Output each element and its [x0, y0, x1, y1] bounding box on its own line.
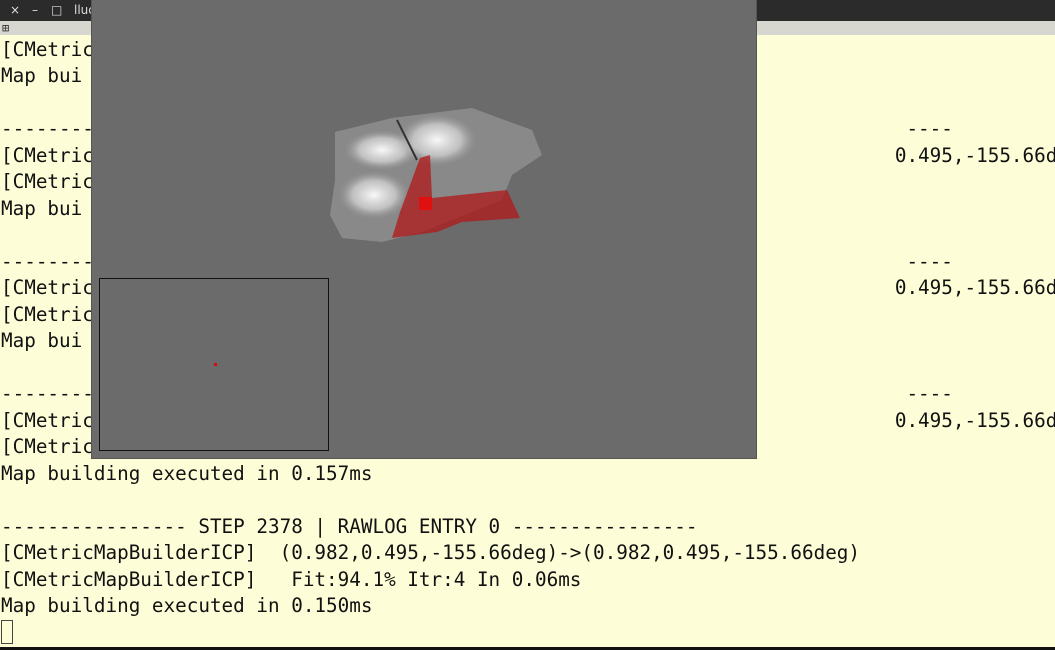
terminal-line: ---------------- STEP 2378 | RAWLOG ENTR…	[1, 515, 698, 538]
minimap-robot-marker	[214, 363, 217, 366]
minimap-panel[interactable]	[99, 278, 329, 451]
terminal-line: [CMetric	[1, 38, 94, 61]
terminal-line: [CMetric	[1, 303, 94, 326]
terminal-cursor	[1, 620, 13, 644]
maximize-icon[interactable]: □	[51, 2, 62, 18]
menu-grid-icon[interactable]: ⊞	[2, 21, 9, 35]
terminal-line: [CMetric	[1, 435, 94, 458]
terminal-line: Map bui	[1, 64, 83, 87]
terminal-line: [CMetric	[1, 170, 94, 193]
map-highlight	[338, 171, 410, 219]
map-viewer-window[interactable]	[92, 0, 756, 458]
terminal-line: [CMetricMapBuilderICP] (0.982,0.495,-155…	[1, 541, 861, 564]
terminal-line: Map bui	[1, 197, 83, 220]
map-highlight	[397, 114, 477, 166]
robot-marker	[419, 197, 432, 210]
minimize-icon[interactable]: –	[32, 2, 38, 18]
terminal-line: Map building executed in 0.157ms	[1, 462, 373, 485]
close-icon[interactable]: ×	[10, 2, 20, 18]
terminal-line: Map bui	[1, 329, 83, 352]
terminal-line: [CMetricMapBuilderICP] Fit:94.1% Itr:4 I…	[1, 568, 582, 591]
terminal-line: Map building executed in 0.150ms	[1, 594, 373, 617]
